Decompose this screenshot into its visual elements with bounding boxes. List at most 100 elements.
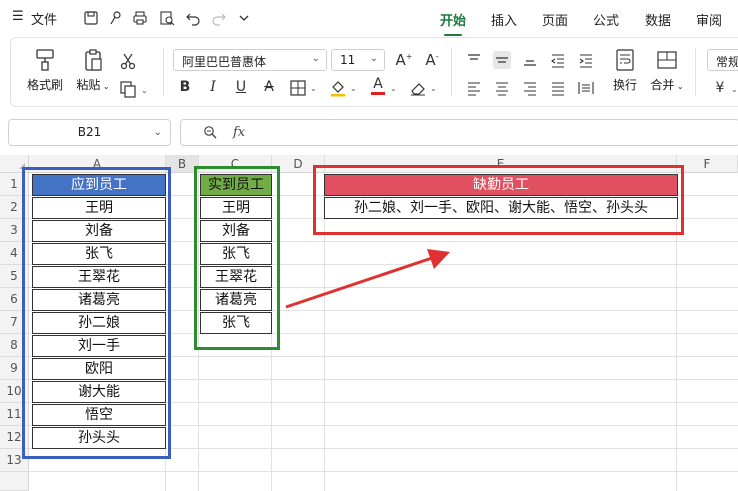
row-header[interactable]: 13 — [0, 449, 29, 472]
table-c-cell[interactable]: 张飞 — [200, 243, 272, 265]
row-header[interactable]: 2 — [0, 196, 29, 219]
row-header[interactable]: 1 — [0, 173, 29, 196]
name-box[interactable]: B21 ⌄ — [8, 119, 171, 146]
align-right-icon[interactable] — [521, 79, 539, 97]
bold-button[interactable]: B — [176, 79, 194, 97]
decrease-indent-icon[interactable] — [549, 51, 567, 69]
select-all-corner[interactable] — [0, 155, 29, 173]
column-header-b[interactable]: B — [166, 155, 199, 173]
tab-formulas[interactable]: 公式 — [593, 10, 619, 29]
table-a-cell[interactable]: 诸葛亮 — [32, 289, 166, 311]
paste-button[interactable]: 粘贴 ⌄ — [73, 48, 113, 93]
zoom-icon[interactable] — [203, 125, 217, 143]
column-header-c[interactable]: C — [199, 155, 272, 173]
format-painter-button[interactable]: 格式刷 — [25, 48, 65, 93]
font-name-select[interactable]: 阿里巴巴普惠体 ⌄ — [173, 49, 327, 71]
align-middle-icon[interactable] — [493, 51, 511, 69]
column-header-a[interactable]: A — [29, 155, 166, 173]
chevron-down-icon[interactable]: ⌄ — [430, 84, 437, 93]
file-menu[interactable]: 文件 — [31, 9, 57, 28]
row-header[interactable]: 8 — [0, 334, 29, 357]
row-header[interactable]: 7 — [0, 311, 29, 334]
row-header[interactable]: 10 — [0, 380, 29, 403]
table-a-cell[interactable]: 王明 — [32, 197, 166, 219]
table-e-cell[interactable]: 孙二娘、刘一手、欧阳、谢大能、悟空、孙头头 — [324, 197, 678, 219]
table-a-cell[interactable]: 刘备 — [32, 220, 166, 242]
currency-icon[interactable]: ¥ — [711, 80, 729, 98]
merge-button[interactable]: 合并 ⌄ — [647, 48, 687, 93]
name-box-value: B21 — [77, 125, 102, 139]
table-a-cell[interactable]: 悟空 — [32, 404, 166, 426]
increase-indent-icon[interactable] — [577, 51, 595, 69]
tab-page[interactable]: 页面 — [542, 10, 568, 29]
row-header[interactable]: 12 — [0, 426, 29, 449]
fx-icon[interactable]: fx — [233, 125, 245, 140]
table-c-cell[interactable]: 王翠花 — [200, 266, 272, 288]
align-bottom-icon[interactable] — [521, 51, 539, 69]
increase-font-icon[interactable]: A+ — [395, 51, 413, 69]
table-c-cell[interactable]: 刘备 — [200, 220, 272, 242]
row-header[interactable]: 11 — [0, 403, 29, 426]
copy-chevron-icon[interactable]: ⌄ — [141, 86, 148, 95]
align-left-icon[interactable] — [465, 79, 483, 97]
save-icon[interactable] — [83, 10, 99, 26]
print-preview-icon[interactable] — [159, 10, 175, 26]
tab-home[interactable]: 开始 — [440, 10, 466, 36]
align-top-icon[interactable] — [465, 51, 483, 69]
table-a-cell[interactable]: 欧阳 — [32, 358, 166, 380]
tab-insert[interactable]: 插入 — [491, 10, 517, 29]
italic-button[interactable]: I — [204, 79, 222, 97]
copy-icon[interactable] — [119, 80, 137, 98]
row-header[interactable]: 4 — [0, 242, 29, 265]
tab-review[interactable]: 审阅 — [696, 10, 722, 29]
redo-icon[interactable] — [211, 10, 227, 26]
table-a-cell[interactable]: 孙二娘 — [32, 312, 166, 334]
formula-bar[interactable]: fx — [180, 119, 738, 146]
row-header[interactable]: 5 — [0, 265, 29, 288]
font-color-icon[interactable]: A — [369, 77, 387, 95]
print-icon[interactable] — [132, 10, 148, 26]
cut-icon[interactable] — [119, 52, 137, 70]
paste-label: 粘贴 — [76, 78, 101, 92]
decrease-font-icon[interactable]: A- — [423, 51, 441, 69]
undo-icon[interactable] — [185, 10, 201, 26]
row-header[interactable]: 6 — [0, 288, 29, 311]
table-a-cell[interactable]: 谢大能 — [32, 381, 166, 403]
table-e-header[interactable]: 缺勤员工 — [324, 174, 678, 196]
column-header-e[interactable]: E — [325, 155, 677, 173]
distribute-icon[interactable] — [577, 79, 595, 97]
chevron-down-icon[interactable]: ⌄ — [390, 84, 397, 93]
hamburger-icon[interactable]: ☰ — [12, 9, 24, 24]
wrap-text-button[interactable]: 换行 — [607, 48, 643, 93]
chevron-down-icon[interactable]: ⌄ — [310, 84, 317, 93]
row-header[interactable]: 3 — [0, 219, 29, 242]
tab-data[interactable]: 数据 — [645, 10, 671, 29]
table-a-cell[interactable]: 孙头头 — [32, 427, 166, 449]
fill-color-icon[interactable] — [329, 79, 347, 97]
chevron-down-icon[interactable]: ⌄ — [350, 84, 357, 93]
chevron-down-icon[interactable] — [236, 10, 252, 26]
font-size-select[interactable]: 11 ⌄ — [331, 49, 385, 71]
align-center-icon[interactable] — [493, 79, 511, 97]
strikethrough-button[interactable]: A — [260, 79, 278, 97]
column-header-f[interactable]: F — [677, 155, 738, 173]
column-header-d[interactable]: D — [272, 155, 325, 173]
justify-icon[interactable] — [549, 79, 567, 97]
row-header[interactable]: 9 — [0, 357, 29, 380]
font-size-value: 11 — [340, 53, 356, 67]
table-c-cell[interactable]: 王明 — [200, 197, 272, 219]
table-a-cell[interactable]: 张飞 — [32, 243, 166, 265]
number-format-select[interactable]: 常规 — [707, 49, 738, 71]
divider — [451, 48, 452, 96]
table-a-cell[interactable]: 王翠花 — [32, 266, 166, 288]
table-a-cell[interactable]: 刘一手 — [32, 335, 166, 357]
underline-button[interactable]: U — [232, 79, 250, 97]
brush-icon[interactable] — [108, 10, 124, 26]
table-c-cell[interactable]: 诸葛亮 — [200, 289, 272, 311]
table-c-cell[interactable]: 张飞 — [200, 312, 272, 334]
table-c-header[interactable]: 实到员工 — [200, 174, 272, 196]
chevron-down-icon[interactable]: ⌄ — [731, 85, 738, 94]
table-a-header[interactable]: 应到员工 — [32, 174, 166, 196]
border-icon[interactable] — [289, 79, 307, 97]
eraser-icon[interactable] — [409, 79, 427, 97]
